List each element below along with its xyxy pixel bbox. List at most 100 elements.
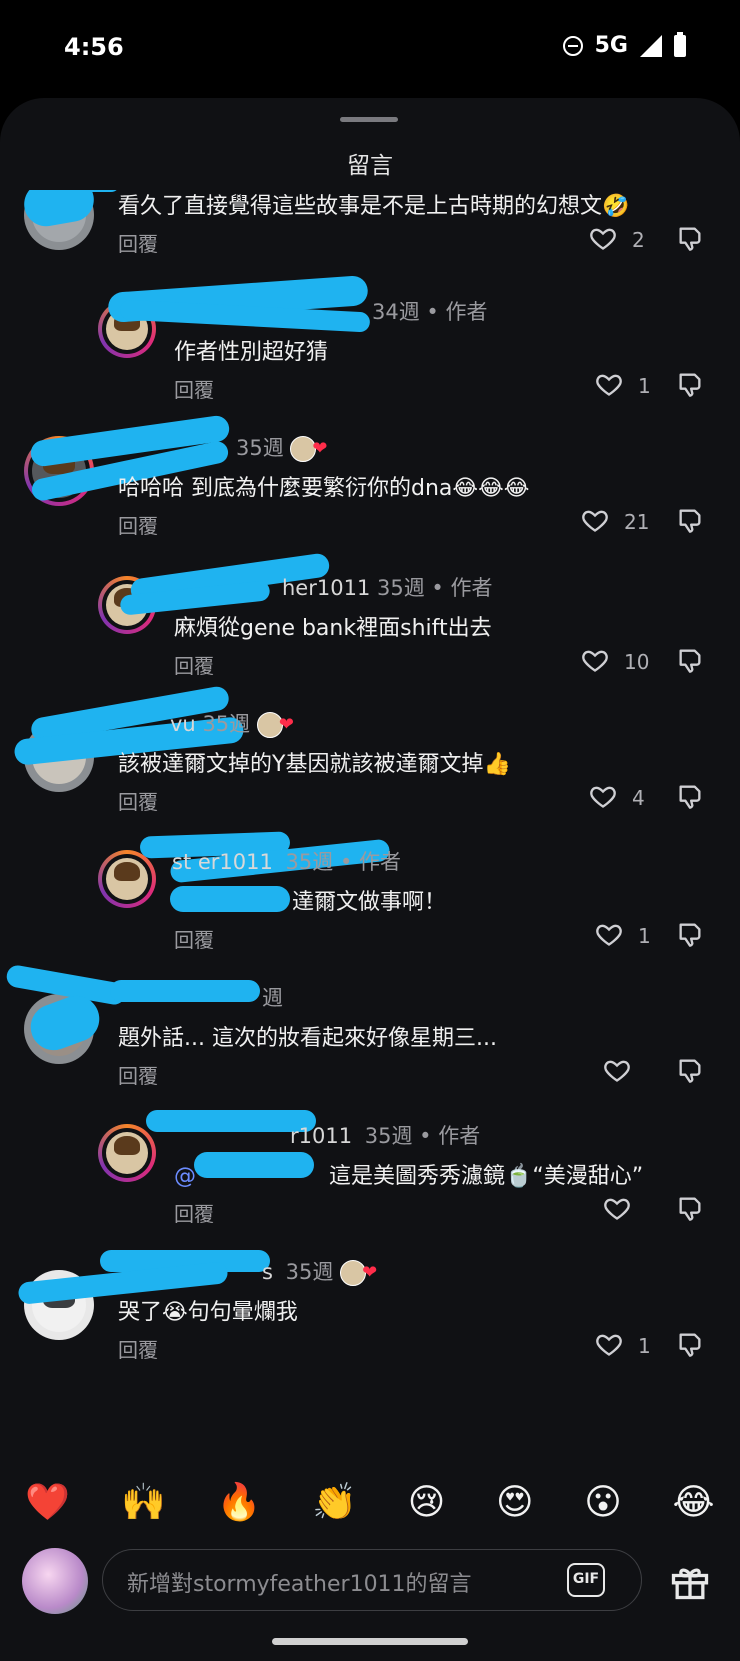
- dislike-icon[interactable]: [676, 506, 704, 534]
- like-heart-icon[interactable]: [580, 646, 610, 674]
- reply-button[interactable]: 回覆: [118, 1060, 158, 1089]
- home-indicator[interactable]: [272, 1638, 468, 1645]
- reply-button[interactable]: 回覆: [174, 1198, 214, 1227]
- dislike-icon[interactable]: [676, 1194, 704, 1222]
- reply-button[interactable]: 回覆: [118, 786, 158, 815]
- reaction-clap-emoji[interactable]: 👏: [312, 1481, 357, 1523]
- comment-list[interactable]: 看久了直接覺得這些故事是不是上古時期的幻想文🤣 回覆 2 34週 • 作者 作者…: [0, 190, 740, 1540]
- redaction-scribble: [170, 886, 290, 912]
- author-label: 作者: [445, 300, 488, 324]
- reaction-sad-emoji[interactable]: 😢: [408, 1482, 446, 1523]
- comment-input-placeholder: 新增對stormyfeather1011的留言: [127, 1572, 472, 1597]
- signal-icon: [640, 34, 662, 57]
- redaction-scribble: [50, 190, 120, 192]
- username[interactable]: s: [262, 1260, 273, 1284]
- like-heart-icon[interactable]: [594, 920, 624, 948]
- reply-button[interactable]: 回覆: [174, 374, 214, 403]
- comment-body: 這是美圖秀秀濾鏡🍵“美漫甜心”: [329, 1164, 644, 1189]
- author-label: 作者: [359, 850, 402, 874]
- network-label: 5G: [594, 33, 628, 58]
- comment-meta: st er1011 35週 • 作者: [172, 850, 402, 874]
- dislike-icon[interactable]: [676, 1330, 704, 1358]
- comment-text: 達爾文做事啊！: [292, 890, 447, 915]
- dislike-icon[interactable]: [676, 224, 704, 252]
- avatar[interactable]: [98, 850, 156, 908]
- comment-meta: 35週 ❤: [236, 432, 336, 462]
- comment-time: 34週: [372, 300, 420, 324]
- author-label: 作者: [438, 1124, 481, 1148]
- author-liked-heart-icon: ❤: [340, 1260, 386, 1286]
- reply-button[interactable]: 回覆: [118, 1334, 158, 1363]
- mention-link[interactable]: @: [174, 1164, 196, 1189]
- username[interactable]: vu: [170, 712, 196, 736]
- dislike-icon[interactable]: [676, 782, 704, 810]
- my-avatar: [22, 1548, 88, 1614]
- like-heart-icon[interactable]: [594, 1330, 624, 1358]
- like-heart-icon[interactable]: [602, 1056, 632, 1084]
- dislike-icon[interactable]: [676, 1056, 704, 1084]
- comment-time: 週: [262, 986, 283, 1010]
- author-label: 作者: [450, 576, 493, 600]
- comment-text: 哭了😭句句暈爛我: [118, 1300, 298, 1325]
- like-count: 1: [638, 1334, 651, 1358]
- username[interactable]: her1011: [282, 576, 370, 600]
- comment-input[interactable]: 新增對stormyfeather1011的留言 GIF: [102, 1549, 642, 1611]
- gif-button[interactable]: GIF: [567, 1563, 605, 1597]
- reply-button[interactable]: 回覆: [174, 924, 214, 953]
- comment-meta: 週: [262, 982, 283, 1012]
- comment-text: 哈哈哈 到底為什麼要繁衍你的dna😂😂😂: [118, 476, 530, 501]
- comment-meta: vu 35週 ❤: [170, 708, 303, 738]
- dislike-icon[interactable]: [676, 370, 704, 398]
- comment-time: 35週: [377, 576, 425, 600]
- like-heart-icon[interactable]: [594, 370, 624, 398]
- like-heart-icon[interactable]: [580, 506, 610, 534]
- comment-time: 35週: [364, 1124, 413, 1148]
- author-liked-heart-icon: ❤: [290, 436, 336, 462]
- reply-button[interactable]: 回覆: [118, 228, 158, 257]
- like-heart-icon[interactable]: [602, 1194, 632, 1222]
- status-time: 4:56: [64, 33, 124, 61]
- comments-sheet: 留言 看久了直接覺得這些故事是不是上古時期的幻想文🤣 回覆 2 34週 • 作者…: [0, 98, 740, 1661]
- reaction-laughing-emoji[interactable]: 😂: [673, 1482, 715, 1523]
- comment-text: @ 這是美圖秀秀濾鏡🍵“美漫甜心”: [174, 1158, 643, 1190]
- like-count: 1: [638, 924, 651, 948]
- gift-icon[interactable]: [668, 1559, 712, 1603]
- reply-button[interactable]: 回覆: [174, 650, 214, 679]
- comment-time: 35週: [285, 1260, 334, 1284]
- author-liked-heart-icon: ❤: [256, 712, 303, 738]
- comment-meta: s 35週 ❤: [262, 1256, 386, 1286]
- battery-icon: [674, 31, 686, 57]
- comment-time: 35週: [202, 712, 251, 736]
- reaction-bar: ❤️ 🙌 🔥 👏 😢 😍 😮 😂: [0, 1458, 740, 1546]
- username[interactable]: r1011: [290, 1124, 352, 1148]
- reply-button[interactable]: 回覆: [118, 510, 158, 539]
- like-count: 21: [624, 510, 650, 534]
- dislike-icon[interactable]: [676, 920, 704, 948]
- comment-text: 題外話... 這次的妝看起來好像星期三...: [118, 1026, 497, 1051]
- comment-text: 作者性別超好猜: [174, 340, 329, 365]
- comment-text: 看久了直接覺得這些故事是不是上古時期的幻想文🤣: [118, 194, 630, 219]
- comment-meta: her1011 35週 • 作者: [282, 576, 493, 600]
- comment-text: 該被達爾文掉的Y基因就該被達爾文掉👍: [118, 752, 511, 777]
- like-heart-icon[interactable]: [588, 224, 618, 252]
- comment-text: 麻煩從gene bank裡面shift出去: [174, 616, 492, 641]
- comment-time: 35週: [285, 850, 334, 874]
- reaction-surprised-emoji[interactable]: 😮: [584, 1482, 622, 1523]
- avatar[interactable]: [98, 1124, 156, 1182]
- reaction-heart-emoji[interactable]: ❤️: [25, 1481, 70, 1523]
- drag-handle[interactable]: [340, 117, 398, 122]
- like-count: 2: [632, 228, 645, 252]
- reaction-raised-hands-emoji[interactable]: 🙌: [121, 1481, 166, 1523]
- redaction-scribble: [110, 980, 260, 1002]
- dislike-icon[interactable]: [676, 646, 704, 674]
- like-heart-icon[interactable]: [588, 782, 618, 810]
- comment-meta: r1011 35週 • 作者: [290, 1124, 481, 1148]
- status-bar: 4:56 5G: [0, 0, 740, 96]
- username[interactable]: st er1011: [172, 850, 273, 874]
- reaction-heart-eyes-emoji[interactable]: 😍: [496, 1482, 534, 1523]
- reaction-fire-emoji[interactable]: 🔥: [217, 1481, 262, 1523]
- comment-time: 35週: [236, 436, 284, 460]
- sheet-title: 留言: [347, 153, 393, 179]
- do-not-disturb-icon: [562, 35, 583, 56]
- comment-meta: 34週 • 作者: [372, 300, 488, 324]
